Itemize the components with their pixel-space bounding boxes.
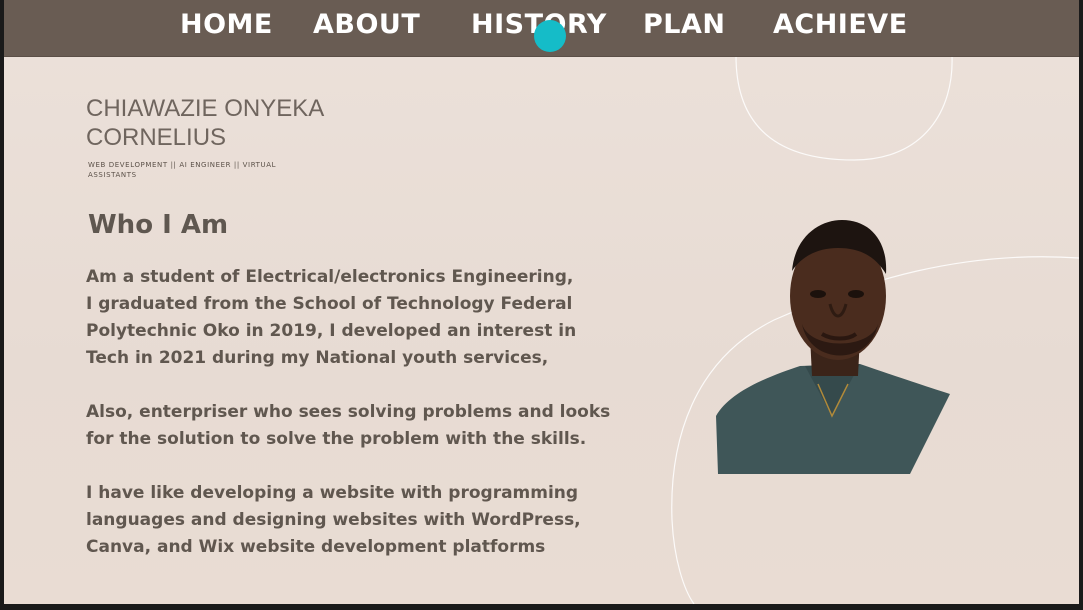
nav-plan[interactable]: PLAN: [643, 9, 726, 40]
nav-home[interactable]: HOME: [180, 9, 273, 40]
page: HOME ABOUT HISTORY PLAN ACHIEVE CHIAWAZI…: [4, 0, 1079, 604]
about-paragraph-2: Also, enterpriser who sees solving probl…: [86, 402, 611, 449]
about-paragraph-3: I have like developing a website with pr…: [86, 483, 581, 557]
profile-photo: [716, 220, 950, 474]
about-paragraph-1: Am a student of Electrical/electronics E…: [86, 267, 577, 368]
nav-about[interactable]: ABOUT: [313, 9, 420, 40]
nav-achieve[interactable]: ACHIEVE: [773, 9, 908, 40]
name-line-1: CHIAWAZIE ONYEKA: [86, 95, 325, 122]
section-heading: Who I Am: [88, 210, 229, 240]
profile-tagline: WEB DEVELOPMENT || AI ENGINEER || VIRTUA…: [88, 161, 277, 179]
cursor-indicator-icon: [534, 20, 566, 52]
name-line-2: CORNELIUS: [86, 124, 227, 151]
top-nav: HOME ABOUT HISTORY PLAN ACHIEVE: [4, 0, 1079, 57]
profile-name: CHIAWAZIE ONYEKA CORNELIUS: [86, 94, 324, 152]
top-arc: [735, 55, 953, 161]
